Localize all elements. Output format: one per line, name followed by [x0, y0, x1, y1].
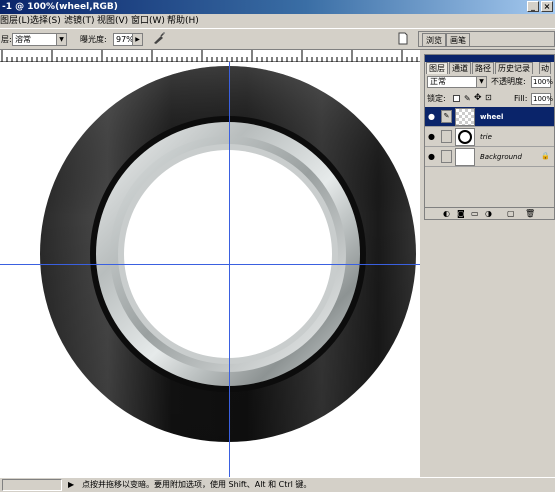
horizontal-ruler [0, 50, 420, 62]
tab-layers[interactable]: 图层 [426, 62, 448, 74]
lock-icon: 🔒 [541, 152, 550, 160]
tab-navigator[interactable]: 浏览 [422, 33, 446, 46]
trash-icon[interactable]: 🗑 [525, 208, 535, 220]
menu-filter[interactable]: 滤镜(T) [64, 14, 95, 28]
layer-name: trie [480, 133, 492, 141]
layer-name: wheel [480, 113, 504, 121]
link-box[interactable] [441, 130, 452, 143]
layers-panel: 图层 通道 路径 历史记录 动 正常 ▼ 不透明度: 100% 锁定: ✎ ✥ … [424, 54, 555, 220]
mode-dropdown[interactable]: 溶常 ▼ [12, 33, 67, 46]
menu-bar: 图层(L) 选择(S) 滤镜(T) 视图(V) 窗口(W) 帮助(H) [0, 14, 555, 28]
lock-paint-icon[interactable]: ✎ [464, 94, 471, 103]
fill-label: Fill: [514, 94, 528, 103]
airbrush-icon[interactable] [152, 31, 166, 45]
opacity-field[interactable]: 100% [531, 76, 554, 88]
layer-thumbnail [455, 148, 475, 166]
rim-hole [124, 150, 332, 358]
eye-icon[interactable]: ● [428, 152, 437, 161]
blend-mode-dropdown[interactable]: 正常 ▼ [427, 76, 487, 88]
layer-style-icon[interactable]: ◐ [443, 208, 450, 220]
navigator-panel-tabs: 浏览 画笔 [418, 31, 555, 47]
lock-all-icon[interactable]: ⊡ [485, 93, 492, 102]
eye-icon[interactable]: ● [428, 132, 437, 141]
layer-name: Background [480, 153, 522, 161]
eye-icon[interactable]: ● [428, 112, 437, 121]
chevron-right-icon: ▶ [132, 34, 142, 45]
opacity-label: 不透明度: [491, 77, 526, 86]
document-canvas[interactable] [0, 62, 420, 477]
status-bar: ▶ 点按并拖移以变暗。要用附加选项，使用 Shift、Alt 和 Ctrl 键。 [0, 477, 555, 492]
exposure-field[interactable]: 97% ▶ [113, 33, 143, 46]
wheel-artwork [40, 66, 416, 442]
vertical-guide[interactable] [229, 62, 230, 477]
exposure-label: 曝光度: [80, 35, 107, 44]
menu-layer[interactable]: 图层(L) [0, 14, 30, 28]
window-title-bar: -1 @ 100%(wheel,RGB) _ × [0, 0, 555, 14]
layers-panel-tabs: 图层 通道 路径 历史记录 动 [425, 62, 554, 74]
link-box[interactable] [441, 150, 452, 163]
tab-channels[interactable]: 通道 [449, 62, 471, 74]
layer-set-icon[interactable]: ▭ [471, 208, 479, 220]
chevron-down-icon: ▼ [56, 34, 66, 45]
fill-value: 100% [533, 95, 554, 103]
lock-fill-row: 锁定: ✎ ✥ ⊡ Fill: 100% [427, 92, 553, 106]
menu-select[interactable]: 选择(S) [30, 14, 61, 28]
layer-row-trie[interactable]: ● trie [425, 127, 554, 147]
lock-transparency-checkbox[interactable] [453, 95, 460, 102]
tab-history[interactable]: 历史记录 [495, 62, 533, 74]
layer-thumbnail [455, 128, 475, 146]
minimize-icon[interactable]: _ [527, 1, 539, 12]
layer-row-background[interactable]: ● Background 🔒 [425, 147, 554, 167]
layer-row-wheel[interactable]: ● ✎ wheel [425, 107, 554, 127]
status-text: 点按并拖移以变暗。要用附加选项，使用 Shift、Alt 和 Ctrl 键。 [82, 480, 312, 489]
mode-label: 层: [1, 35, 12, 44]
mask-icon[interactable]: ◙ [457, 208, 465, 220]
opacity-value: 100% [533, 78, 554, 86]
menu-help[interactable]: 帮助(H) [167, 14, 199, 28]
close-icon[interactable]: × [541, 1, 553, 12]
lock-label: 锁定: [427, 94, 446, 103]
blend-mode-value: 正常 [430, 77, 446, 86]
brush-icon[interactable]: ✎ [441, 110, 452, 123]
adjustment-icon[interactable]: ◑ [485, 208, 492, 220]
tab-brushes[interactable]: 画笔 [446, 33, 470, 46]
horizontal-guide[interactable] [0, 264, 420, 265]
new-layer-icon[interactable]: ▢ [507, 208, 515, 220]
ruler-ticks [1, 50, 418, 62]
menu-view[interactable]: 视图(V) [97, 14, 128, 28]
window-title: -1 @ 100%(wheel,RGB) [2, 2, 118, 12]
layer-thumbnail [455, 108, 475, 126]
layers-panel-footer: ◐ ◙ ▭ ◑ ▢ 🗑 [425, 207, 554, 219]
blend-opacity-row: 正常 ▼ 不透明度: 100% [427, 76, 553, 90]
menu-window[interactable]: 窗口(W) [131, 14, 165, 28]
tab-paths[interactable]: 路径 [472, 62, 494, 74]
layers-panel-titlebar[interactable] [425, 55, 554, 62]
fill-field[interactable]: 100% [531, 93, 554, 105]
chevron-down-icon: ▼ [476, 77, 486, 87]
status-zoom-cell [2, 479, 62, 491]
document-icon[interactable] [397, 32, 409, 45]
status-arrow-icon[interactable]: ▶ [68, 479, 74, 491]
lock-move-icon[interactable]: ✥ [474, 93, 482, 103]
tab-actions[interactable]: 动 [539, 62, 551, 74]
mode-value: 溶常 [15, 35, 31, 44]
